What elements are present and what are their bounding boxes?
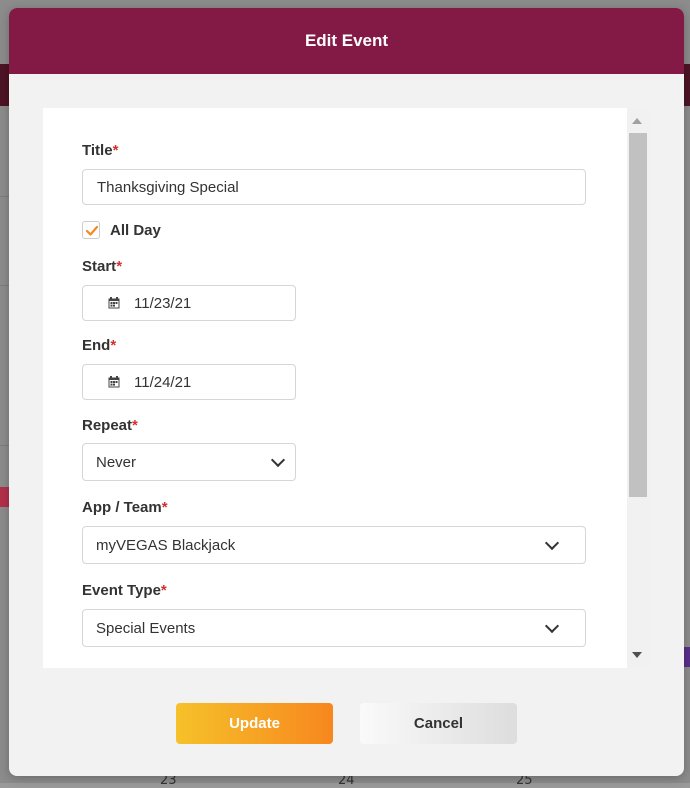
repeat-value: Never (96, 453, 137, 471)
required-mark: * (160, 582, 167, 599)
update-button[interactable]: Update (176, 703, 333, 744)
title-label: Title* (82, 142, 119, 159)
repeat-select[interactable]: Never (82, 443, 296, 481)
end-label: End* (82, 337, 117, 354)
required-mark: * (161, 499, 168, 516)
calendar-icon (108, 297, 120, 309)
cancel-button[interactable]: Cancel (360, 703, 517, 744)
modal-header: Edit Event (9, 8, 684, 74)
end-date-field[interactable]: 11/24/21 (82, 364, 296, 400)
scrollbar-thumb[interactable] (629, 133, 647, 497)
app-team-label: App / Team* (82, 499, 168, 516)
modal-body[interactable]: Title* All Day Start* (43, 108, 649, 668)
event-type-label: Event Type* (82, 582, 167, 599)
checkmark-icon (85, 225, 99, 236)
start-date-value: 11/23/21 (134, 294, 192, 312)
title-input[interactable] (83, 178, 585, 196)
background-grid-line (0, 196, 9, 197)
repeat-label: Repeat* (82, 417, 138, 434)
title-field[interactable] (82, 169, 586, 205)
event-type-select[interactable]: Special Events (82, 609, 586, 647)
chevron-down-icon (270, 452, 286, 467)
edit-event-modal: Edit Event Title* All Day Start* (9, 8, 684, 776)
required-mark: * (112, 142, 119, 159)
start-date-field[interactable]: 11/23/21 (82, 285, 296, 321)
scroll-up-arrow-icon[interactable] (632, 118, 642, 124)
background-grid-line (0, 445, 9, 446)
app-team-value: myVEGAS Blackjack (96, 536, 236, 554)
required-mark: * (116, 258, 123, 275)
background-grid-line (0, 285, 9, 286)
required-mark: * (110, 337, 117, 354)
modal-scrollbar[interactable] (627, 108, 649, 668)
calendar-icon (108, 376, 120, 388)
app-team-select[interactable]: myVEGAS Blackjack (82, 526, 586, 564)
required-mark: * (132, 417, 138, 434)
scroll-down-arrow-icon[interactable] (632, 652, 642, 658)
background-event-marker (684, 647, 690, 667)
start-label: Start* (82, 258, 123, 275)
all-day-label: All Day (110, 222, 161, 239)
chevron-down-icon (544, 618, 560, 633)
modal-title: Edit Event (304, 31, 389, 50)
all-day-checkbox[interactable] (82, 221, 100, 239)
end-date-value: 11/24/21 (134, 373, 192, 391)
chevron-down-icon (544, 535, 560, 550)
event-type-value: Special Events (96, 619, 196, 637)
